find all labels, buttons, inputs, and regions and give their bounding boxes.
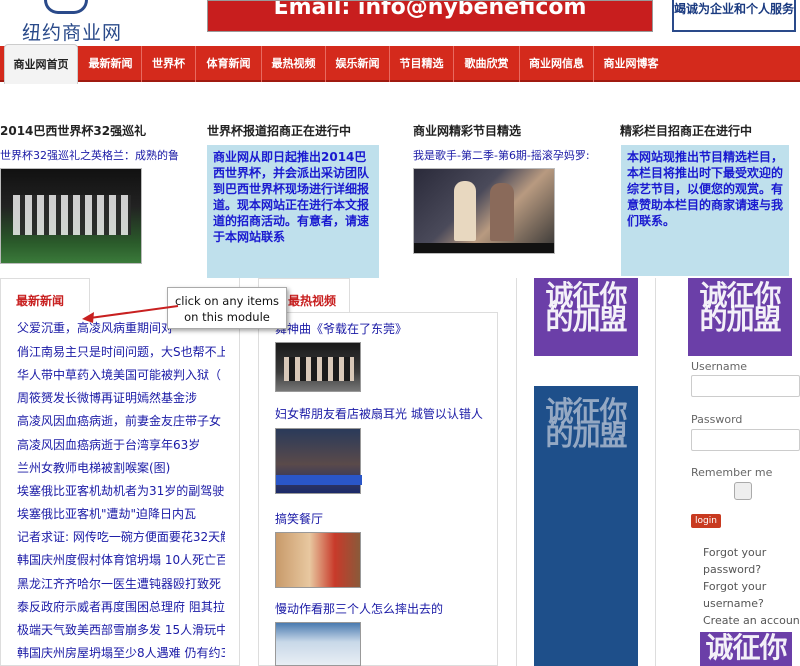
- nav-info[interactable]: 商业网信息: [520, 46, 594, 82]
- ad-text-top: 诚征你: [705, 632, 787, 664]
- video-item-title[interactable]: 搞笑餐厅: [275, 510, 490, 527]
- latest-news-title: 最新新闻: [16, 294, 65, 308]
- service-banner: 竭诚为企业和个人服务: [672, 0, 796, 32]
- nav-entertainment[interactable]: 娱乐新闻: [326, 46, 390, 82]
- featured-title-worldcup: 2014巴西世界杯32强巡礼: [0, 124, 147, 138]
- video-controls-bar: [414, 243, 554, 253]
- news-item[interactable]: 华人带中草药入境美国可能被判入狱（: [17, 366, 225, 383]
- featured-title-programs: 商业网精彩节目精选: [413, 124, 522, 138]
- column-divider: [655, 278, 656, 666]
- join-us-ad-tall[interactable]: 诚征你 的加盟: [534, 386, 638, 666]
- video-thumb[interactable]: [275, 622, 361, 666]
- featured-title-ads: 世界杯报道招商正在进行中: [207, 124, 352, 138]
- news-item[interactable]: 俏江南易主只是时间问题，大S也帮不上: [17, 343, 225, 360]
- remember-me-checkbox[interactable]: [734, 482, 752, 500]
- program-video-thumb[interactable]: [413, 168, 555, 254]
- ad-text-bottom: 的加盟: [545, 419, 627, 452]
- module-tooltip: click on any items on this module: [167, 287, 287, 329]
- hot-videos-title: 最热视频: [288, 294, 337, 308]
- tooltip-arrow-icon: [82, 305, 179, 323]
- video-item-title[interactable]: 慢动作看那三个人怎么摔出去的: [275, 600, 490, 617]
- news-item[interactable]: 韩国庆州度假村体育馆坍塌 10人死亡百: [17, 551, 225, 568]
- join-us-ad[interactable]: 诚征你: [700, 632, 792, 666]
- ad-text-bottom: 的加盟: [699, 303, 781, 336]
- video-item-title[interactable]: 妇女帮朋友看店被扇耳光 城管以认错人: [275, 405, 490, 422]
- featured-title-sponsor: 精彩栏目招商正在进行中: [620, 124, 753, 138]
- password-label: Password: [691, 413, 743, 426]
- join-us-ad[interactable]: 诚征你 的加盟: [688, 278, 792, 356]
- nav-songs[interactable]: 歌曲欣赏: [454, 46, 520, 82]
- team-photo[interactable]: [0, 168, 142, 264]
- logo-icon: [44, 0, 88, 14]
- team-players-graphic: [13, 195, 131, 235]
- video-thumb[interactable]: [275, 342, 361, 392]
- main-nav: 商业网首页 最新新闻 世界杯 体育新闻 最热视频 娱乐新闻 节目精选 歌曲欣赏 …: [0, 44, 800, 84]
- person-figure-2: [490, 183, 514, 241]
- nav-sports-news[interactable]: 体育新闻: [196, 46, 262, 82]
- sponsor-ad-info: 本网站现推出节目精选栏目，本栏目将推出时下最受欢迎的综艺节目，以便您的观赏。有意…: [621, 145, 789, 276]
- news-item[interactable]: 周筱赟发长微博再证明嫣然基金涉: [17, 389, 225, 406]
- create-account-link[interactable]: Create an account: [703, 612, 800, 629]
- nav-hot-videos[interactable]: 最热视频: [262, 46, 326, 82]
- news-item[interactable]: 黑龙江齐齐哈尔一医生遭钝器殴打致死: [17, 575, 225, 592]
- column-divider: [516, 278, 517, 666]
- news-item[interactable]: 埃塞俄比亚客机"遭劫"迫降日内瓦: [17, 505, 225, 522]
- video-item-title[interactable]: 舞神曲《爷载在了东莞》: [275, 320, 490, 337]
- person-figure-1: [454, 181, 476, 241]
- dancers-graphic: [284, 357, 354, 381]
- email-banner: Email: info@nybeneficom: [207, 0, 653, 32]
- nav-blog[interactable]: 商业网博客: [594, 46, 668, 82]
- news-item[interactable]: 泰反政府示威者再度围困总理府 阻其拉: [17, 598, 225, 615]
- video-thumb[interactable]: [275, 532, 361, 588]
- news-item[interactable]: 极端天气致美西部雪崩多发 15人滑玩中: [17, 621, 225, 638]
- tooltip-line-2: on this module: [184, 310, 270, 324]
- forgot-username-link[interactable]: Forgot your username?: [703, 578, 773, 612]
- username-input[interactable]: [691, 375, 800, 397]
- featured-link-worldcup[interactable]: 世界杯32强巡礼之英格兰：成熟的鲁: [0, 147, 192, 163]
- join-us-ad[interactable]: 诚征你 的加盟: [534, 278, 638, 356]
- email-banner-text: Email: info@nybeneficom: [273, 0, 587, 20]
- video-thumb[interactable]: [275, 428, 362, 494]
- forgot-password-link[interactable]: Forgot your password?: [703, 544, 773, 578]
- ad-text-bottom: 的加盟: [545, 303, 627, 336]
- news-item[interactable]: 韩国庆州房屋坍塌至少8人遇难 仍有约3: [17, 644, 225, 661]
- news-item[interactable]: 兰州女教师电梯被割喉案(图): [17, 459, 225, 476]
- username-label: Username: [691, 360, 748, 373]
- nav-program-picks[interactable]: 节目精选: [390, 46, 454, 82]
- news-item[interactable]: 高凌风因血癌病逝，前妻金友庄带子女: [17, 412, 225, 429]
- tooltip-line-1: click on any items: [174, 294, 280, 308]
- nav-world-cup[interactable]: 世界杯: [142, 46, 196, 82]
- news-ticker-graphic: [276, 475, 362, 485]
- site-logo[interactable]: 纽约商业网: [22, 18, 122, 45]
- password-input[interactable]: [691, 429, 800, 451]
- worldcup-ad-info: 商业网从即日起推出2014巴西世界杯，并会派出采访团队到巴西世界杯现场进行详细报…: [207, 145, 379, 278]
- remember-me-label: Remember me: [691, 466, 773, 479]
- nav-home[interactable]: 商业网首页: [4, 44, 78, 84]
- news-item[interactable]: 记者求证: 网传吃一碗方便面要花32天解: [17, 528, 225, 545]
- news-item[interactable]: 埃塞俄比亚客机劫机者为31岁的副驾驶: [17, 482, 225, 499]
- news-item[interactable]: 高凌风因血癌病逝于台湾享年63岁: [17, 436, 225, 453]
- featured-link-program[interactable]: 我是歌手-第二季-第6期-摇滚孕妈罗:: [413, 147, 603, 163]
- nav-latest-news[interactable]: 最新新闻: [80, 46, 142, 82]
- login-button[interactable]: login: [691, 514, 721, 528]
